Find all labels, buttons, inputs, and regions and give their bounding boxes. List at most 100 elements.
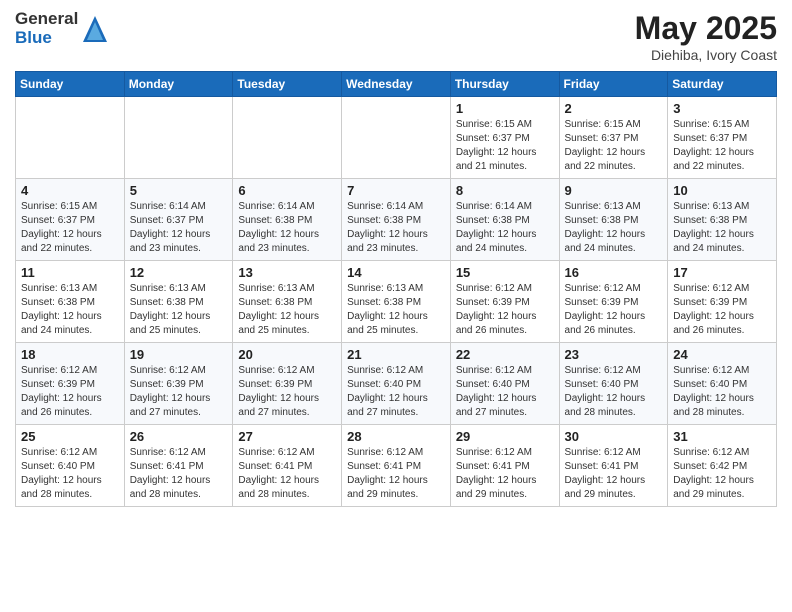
day-info: Sunrise: 6:12 AMSunset: 6:40 PMDaylight:…: [21, 446, 119, 502]
calendar-cell: 24Sunrise: 6:12 AMSunset: 6:40 PMDayligh…: [668, 343, 777, 425]
calendar-cell: 21 Sunrise: 6:12 AMSunset: 6:40 PMDayligh…: [342, 343, 451, 425]
calendar-cell: 28 Sunrise: 6:12 AMSunset: 6:41 PMDayligh…: [342, 425, 451, 507]
day-info: Sunrise: 6:15 AMSunset: 6:37 PMDaylight:…: [673, 118, 771, 174]
day-number: 5: [130, 183, 228, 198]
weekday-header-sunday: Sunday: [16, 72, 125, 97]
day-info: Sunrise: 6:13 AMSunset: 6:38 PMDaylight:…: [565, 200, 663, 256]
day-number: 27: [238, 429, 336, 444]
day-info: Sunrise: 6:13 AMSunset: 6:38 PMDaylight:…: [238, 282, 336, 338]
day-number: 14: [347, 265, 445, 280]
day-number: 1: [456, 101, 554, 116]
day-number: 9: [565, 183, 663, 198]
day-number: 7: [347, 183, 445, 198]
calendar-cell: 15 Sunrise: 6:12 AMSunset: 6:39 PMDayligh…: [450, 261, 559, 343]
weekday-header-monday: Monday: [124, 72, 233, 97]
day-info: Sunrise: 6:12 AMSunset: 6:42 PMDaylight:…: [673, 446, 771, 502]
calendar-cell: 6 Sunrise: 6:14 AMSunset: 6:38 PMDaylight…: [233, 179, 342, 261]
calendar-cell: 11Sunrise: 6:13 AMSunset: 6:38 PMDayligh…: [16, 261, 125, 343]
calendar-cell: 9 Sunrise: 6:13 AMSunset: 6:38 PMDaylight…: [559, 179, 668, 261]
calendar-cell: 17 Sunrise: 6:12 AMSunset: 6:39 PMDayligh…: [668, 261, 777, 343]
day-number: 26: [130, 429, 228, 444]
calendar-cell: 5 Sunrise: 6:14 AMSunset: 6:37 PMDaylight…: [124, 179, 233, 261]
calendar-table: SundayMondayTuesdayWednesdayThursdayFrid…: [15, 71, 777, 507]
day-number: 25: [21, 429, 119, 444]
calendar-cell: [342, 97, 451, 179]
day-number: 13: [238, 265, 336, 280]
day-info: Sunrise: 6:12 AMSunset: 6:40 PMDaylight:…: [456, 364, 554, 420]
day-number: 23: [565, 347, 663, 362]
calendar-cell: 13 Sunrise: 6:13 AMSunset: 6:38 PMDayligh…: [233, 261, 342, 343]
day-number: 3: [673, 101, 771, 116]
day-number: 17: [673, 265, 771, 280]
calendar-cell: 14Sunrise: 6:13 AMSunset: 6:38 PMDayligh…: [342, 261, 451, 343]
day-number: 6: [238, 183, 336, 198]
day-number: 8: [456, 183, 554, 198]
page: General Blue May 2025 Diehiba, Ivory Coa…: [0, 0, 792, 522]
calendar-cell: 19Sunrise: 6:12 AMSunset: 6:39 PMDayligh…: [124, 343, 233, 425]
calendar-week-row: 4 Sunrise: 6:15 AMSunset: 6:37 PMDaylight…: [16, 179, 777, 261]
day-info: Sunrise: 6:12 AMSunset: 6:41 PMDaylight:…: [238, 446, 336, 502]
weekday-header-friday: Friday: [559, 72, 668, 97]
calendar-cell: 30 Sunrise: 6:12 AMSunset: 6:41 PMDayligh…: [559, 425, 668, 507]
day-info: Sunrise: 6:12 AMSunset: 6:39 PMDaylight:…: [238, 364, 336, 420]
day-info: Sunrise: 6:12 AMSunset: 6:40 PMDaylight:…: [565, 364, 663, 420]
calendar-cell: 16 Sunrise: 6:12 AMSunset: 6:39 PMDayligh…: [559, 261, 668, 343]
day-info: Sunrise: 6:15 AMSunset: 6:37 PMDaylight:…: [21, 200, 119, 256]
day-info: Sunrise: 6:12 AMSunset: 6:39 PMDaylight:…: [21, 364, 119, 420]
subtitle: Diehiba, Ivory Coast: [635, 47, 777, 63]
calendar-cell: 29 Sunrise: 6:12 AMSunset: 6:41 PMDayligh…: [450, 425, 559, 507]
day-number: 15: [456, 265, 554, 280]
day-info: Sunrise: 6:14 AMSunset: 6:37 PMDaylight:…: [130, 200, 228, 256]
day-number: 31: [673, 429, 771, 444]
weekday-header-thursday: Thursday: [450, 72, 559, 97]
day-info: Sunrise: 6:12 AMSunset: 6:39 PMDaylight:…: [456, 282, 554, 338]
day-info: Sunrise: 6:12 AMSunset: 6:41 PMDaylight:…: [347, 446, 445, 502]
calendar-cell: 4 Sunrise: 6:15 AMSunset: 6:37 PMDaylight…: [16, 179, 125, 261]
day-info: Sunrise: 6:13 AMSunset: 6:38 PMDaylight:…: [673, 200, 771, 256]
day-info: Sunrise: 6:12 AMSunset: 6:41 PMDaylight:…: [456, 446, 554, 502]
day-info: Sunrise: 6:14 AMSunset: 6:38 PMDaylight:…: [456, 200, 554, 256]
day-number: 16: [565, 265, 663, 280]
header: General Blue May 2025 Diehiba, Ivory Coa…: [15, 10, 777, 63]
calendar-cell: 25 Sunrise: 6:12 AMSunset: 6:40 PMDayligh…: [16, 425, 125, 507]
calendar-week-row: 25 Sunrise: 6:12 AMSunset: 6:40 PMDayligh…: [16, 425, 777, 507]
day-number: 18: [21, 347, 119, 362]
weekday-header-saturday: Saturday: [668, 72, 777, 97]
day-number: 28: [347, 429, 445, 444]
logo-text: General Blue: [15, 10, 78, 47]
day-info: Sunrise: 6:13 AMSunset: 6:38 PMDaylight:…: [130, 282, 228, 338]
day-number: 24: [673, 347, 771, 362]
weekday-header-row: SundayMondayTuesdayWednesdayThursdayFrid…: [16, 72, 777, 97]
calendar-cell: 8 Sunrise: 6:14 AMSunset: 6:38 PMDaylight…: [450, 179, 559, 261]
day-info: Sunrise: 6:12 AMSunset: 6:39 PMDaylight:…: [565, 282, 663, 338]
day-info: Sunrise: 6:12 AMSunset: 6:39 PMDaylight:…: [673, 282, 771, 338]
day-number: 19: [130, 347, 228, 362]
day-number: 21: [347, 347, 445, 362]
logo: General Blue: [15, 10, 109, 47]
calendar-cell: 12Sunrise: 6:13 AMSunset: 6:38 PMDayligh…: [124, 261, 233, 343]
day-number: 30: [565, 429, 663, 444]
calendar-cell: 22Sunrise: 6:12 AMSunset: 6:40 PMDayligh…: [450, 343, 559, 425]
calendar-cell: 10Sunrise: 6:13 AMSunset: 6:38 PMDayligh…: [668, 179, 777, 261]
day-info: Sunrise: 6:12 AMSunset: 6:41 PMDaylight:…: [565, 446, 663, 502]
calendar-week-row: 18 Sunrise: 6:12 AMSunset: 6:39 PMDayligh…: [16, 343, 777, 425]
calendar-cell: 27 Sunrise: 6:12 AMSunset: 6:41 PMDayligh…: [233, 425, 342, 507]
day-info: Sunrise: 6:15 AMSunset: 6:37 PMDaylight:…: [456, 118, 554, 174]
calendar-cell: 18 Sunrise: 6:12 AMSunset: 6:39 PMDayligh…: [16, 343, 125, 425]
calendar-cell: 1 Sunrise: 6:15 AMSunset: 6:37 PMDaylight…: [450, 97, 559, 179]
calendar-cell: 20Sunrise: 6:12 AMSunset: 6:39 PMDayligh…: [233, 343, 342, 425]
day-number: 2: [565, 101, 663, 116]
weekday-header-wednesday: Wednesday: [342, 72, 451, 97]
logo-icon: [81, 14, 109, 44]
day-info: Sunrise: 6:12 AMSunset: 6:40 PMDaylight:…: [347, 364, 445, 420]
calendar-cell: [124, 97, 233, 179]
day-info: Sunrise: 6:12 AMSunset: 6:41 PMDaylight:…: [130, 446, 228, 502]
calendar-cell: [16, 97, 125, 179]
day-number: 4: [21, 183, 119, 198]
calendar-cell: 7Sunrise: 6:14 AMSunset: 6:38 PMDaylight…: [342, 179, 451, 261]
calendar-cell: 31 Sunrise: 6:12 AMSunset: 6:42 PMDayligh…: [668, 425, 777, 507]
logo-general: General: [15, 10, 78, 29]
day-number: 29: [456, 429, 554, 444]
calendar-cell: [233, 97, 342, 179]
day-info: Sunrise: 6:14 AMSunset: 6:38 PMDaylight:…: [238, 200, 336, 256]
